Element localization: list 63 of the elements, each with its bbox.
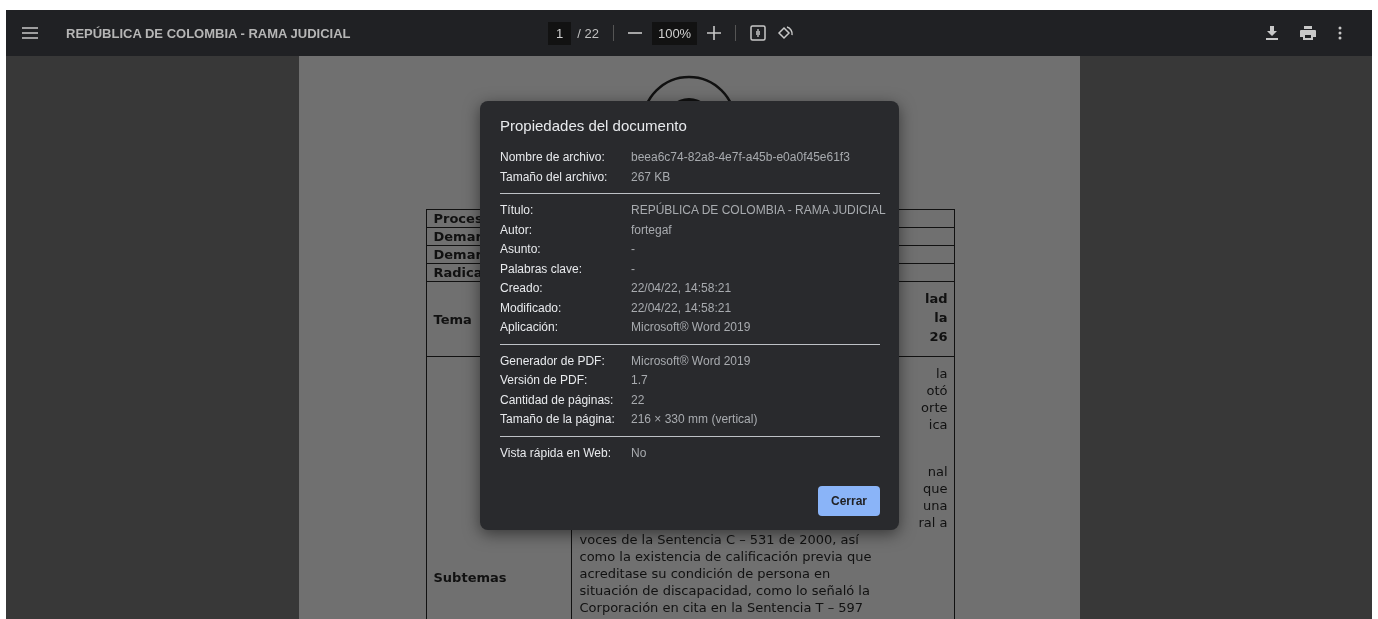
property-label: Creado: — [500, 281, 544, 296]
property-label: Versión de PDF: — [500, 373, 589, 388]
text-fragment: orte — [921, 400, 948, 415]
property-value: fortegaf — [631, 222, 672, 237]
table-cell: Demar — [433, 247, 482, 262]
text-line: situación de discapacidad, como lo señaló la — [579, 582, 871, 599]
download-icon[interactable] — [1266, 26, 1278, 40]
dialog-title: Propiedades del documento — [500, 117, 688, 134]
text-fragment: una — [923, 498, 948, 513]
property-label: Tamaño del archivo: — [500, 169, 609, 184]
property-value: - — [631, 261, 635, 276]
rotate-icon[interactable] — [776, 24, 795, 42]
page-number-field[interactable]: 1 — [548, 21, 572, 45]
property-value: No — [631, 445, 647, 460]
table-cell: Demar — [433, 229, 482, 244]
property-label: Autor: — [500, 222, 533, 237]
zoom-in-icon[interactable] — [707, 26, 722, 40]
text-fragment: 26 — [929, 329, 948, 344]
property-value: 216 × 330 mm (vertical) — [631, 412, 758, 427]
document-title: REPÚBLICA DE COLOMBIA - RAMA JUDICIAL — [66, 25, 351, 41]
menu-icon[interactable] — [22, 27, 38, 39]
table-cell: Tema — [433, 311, 472, 327]
property-label: Tamaño de la página: — [500, 412, 616, 427]
text-line: acreditase su condición de persona en — [579, 565, 832, 582]
property-label: Generador de PDF: — [500, 353, 606, 368]
text-fragment: otó — [926, 383, 948, 398]
text-fragment: ral a — [918, 515, 948, 530]
property-label: Título: — [500, 203, 535, 218]
property-value: 267 KB — [631, 169, 671, 184]
property-label: Asunto: — [500, 242, 542, 257]
property-value: 22/04/22, 14:58:21 — [631, 300, 732, 315]
property-value: 22 — [631, 392, 645, 407]
property-label: Modificado: — [500, 300, 563, 315]
text-fragment: que — [923, 481, 948, 496]
table-cell: Radica — [433, 265, 483, 280]
fit-page-icon[interactable] — [750, 25, 767, 41]
text-line: como la existencia de calificación previa que — [579, 548, 873, 565]
text-fragment: ica — [928, 417, 948, 432]
property-label: Nombre de archivo: — [500, 150, 606, 165]
text-fragment: la — [935, 366, 948, 381]
property-label: Palabras clave: — [500, 261, 584, 276]
property-value: REPÚBLICA DE COLOMBIA - RAMA JUDICIAL — [631, 203, 886, 218]
text-line: Corporación en cita en la Sentencia T – 597 — [579, 599, 865, 616]
property-value: Microsoft® Word 2019 — [631, 320, 751, 335]
text-fragment: nal — [927, 464, 948, 479]
table-cell: Subtemas — [433, 570, 507, 585]
property-value: beea6c74-82a8-4e7f-a45b-e0a0f45e61f3 — [631, 150, 850, 165]
property-label: Cantidad de páginas: — [500, 392, 615, 407]
property-label: Vista rápida en Web: — [500, 445, 612, 460]
property-value: 1.7 — [631, 373, 648, 388]
page-total: / 22 — [577, 25, 599, 41]
text-fragment: lad — [924, 291, 948, 306]
more-options-icon[interactable] — [1338, 26, 1342, 40]
zoom-field[interactable]: 100% — [651, 21, 698, 45]
property-value: 22/04/22, 14:58:21 — [631, 281, 732, 296]
text-fragment: la — [934, 310, 948, 325]
print-icon[interactable] — [1300, 26, 1316, 40]
property-label: Aplicación: — [500, 320, 560, 335]
table-cell: Proces — [433, 211, 483, 226]
property-value: - — [631, 242, 635, 257]
property-value: Microsoft® Word 2019 — [631, 353, 751, 368]
text-line: voces de la Sentencia C – 531 de 2000, así — [579, 531, 860, 548]
close-button[interactable]: Cerrar — [817, 486, 880, 516]
